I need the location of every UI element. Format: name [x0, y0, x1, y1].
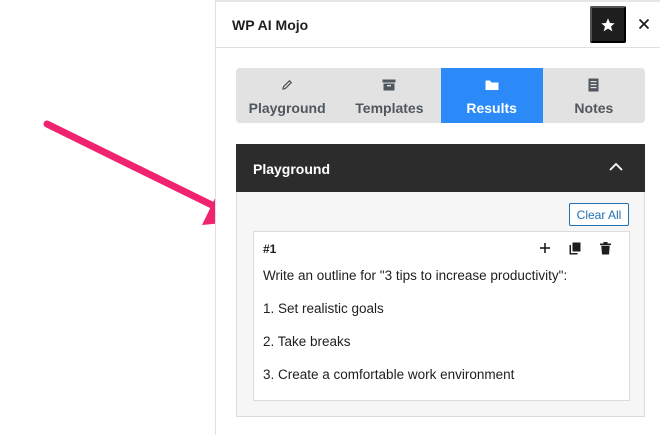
result-line: 2. Take breaks — [263, 334, 351, 349]
close-button[interactable] — [634, 12, 654, 36]
star-icon — [601, 17, 615, 31]
copy-icon[interactable] — [567, 240, 583, 256]
section-title: Playground — [253, 161, 331, 177]
document-icon — [588, 77, 599, 93]
result-number: #1 — [263, 242, 277, 256]
result-line: Write an outline for "3 tips to increase… — [263, 268, 568, 283]
clear-all-button[interactable]: Clear All — [569, 203, 629, 226]
panel-title: WP AI Mojo — [232, 17, 309, 33]
tab-label: Templates — [355, 100, 424, 116]
tab-label: Notes — [574, 100, 614, 116]
add-icon[interactable] — [537, 240, 553, 256]
star-button[interactable] — [590, 6, 626, 43]
tab-bar: Playground Templates Results Notes — [236, 68, 645, 123]
result-line: 1. Set realistic goals — [263, 301, 384, 316]
tab-notes[interactable]: Notes — [543, 68, 645, 123]
result-actions — [537, 240, 613, 256]
section-header[interactable]: Playground — [236, 144, 645, 192]
archive-icon — [382, 77, 396, 93]
panel-header: WP AI Mojo — [216, 2, 660, 48]
playground-section: Playground Clear All #1 Write an outline… — [236, 144, 645, 417]
tab-label: Playground — [248, 100, 326, 116]
sidebar-panel: WP AI Mojo Playground Templates Results … — [215, 0, 660, 435]
tab-templates[interactable]: Templates — [338, 68, 440, 123]
tab-results[interactable]: Results — [440, 68, 543, 123]
result-text: Write an outline for "3 tips to increase… — [263, 268, 623, 400]
chevron-up-icon[interactable] — [608, 160, 624, 174]
tab-label: Results — [466, 100, 517, 116]
pencil-icon — [281, 77, 293, 93]
close-icon — [638, 18, 650, 30]
folder-icon — [485, 77, 499, 93]
screen: WP AI Mojo Playground Templates Results … — [0, 0, 660, 435]
trash-icon[interactable] — [597, 240, 613, 256]
result-card: #1 Write an outline for "3 tips to incre… — [253, 231, 630, 401]
result-line: 3. Create a comfortable work environment — [263, 367, 515, 382]
tab-playground[interactable]: Playground — [236, 68, 338, 123]
